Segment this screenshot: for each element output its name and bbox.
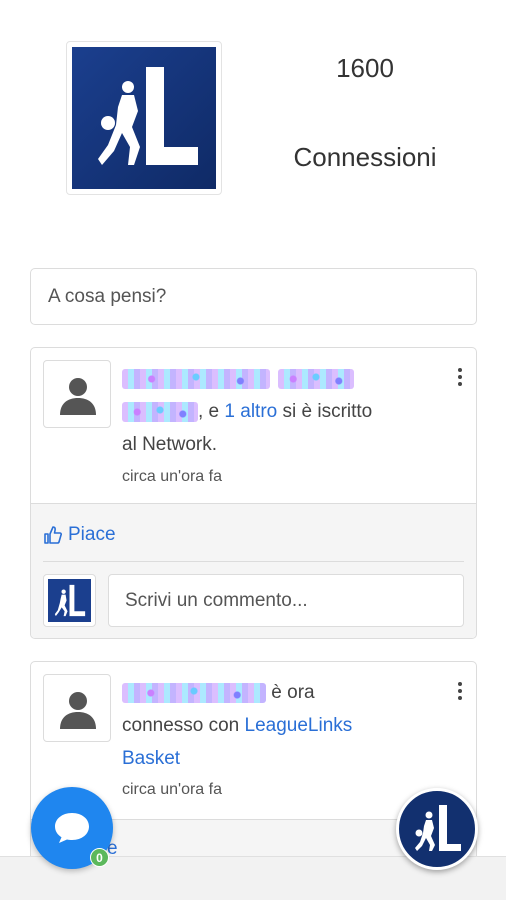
post-text: , e 1 altro si è iscritto al Network. xyxy=(122,362,382,461)
chat-bubble-icon xyxy=(55,813,89,843)
like-label: Piace xyxy=(68,524,116,545)
user-silhouette-icon xyxy=(60,692,96,729)
feed-post: , e 1 altro si è iscritto al Network. ci… xyxy=(30,347,477,639)
league-logo-icon xyxy=(54,584,86,617)
post-timestamp: circa un'ora fa xyxy=(122,468,222,485)
thumbs-up-icon xyxy=(44,526,62,544)
avatar[interactable] xyxy=(43,360,111,428)
post-text: è ora connesso con LeagueLinks Basket xyxy=(122,676,382,775)
league-logo-icon xyxy=(415,805,461,851)
post-timestamp: circa un'ora fa xyxy=(122,781,222,798)
like-button[interactable]: Piace xyxy=(43,524,116,546)
post-text-join: , e xyxy=(198,401,225,422)
redacted-name[interactable] xyxy=(122,401,198,422)
avatar[interactable] xyxy=(43,674,111,742)
status-input[interactable] xyxy=(30,268,477,325)
connections-label[interactable]: Connessioni xyxy=(280,142,450,173)
connections-count: 1600 xyxy=(336,53,394,83)
chat-badge: 0 xyxy=(90,848,109,867)
redacted-name[interactable] xyxy=(122,368,270,389)
redacted-name[interactable] xyxy=(122,682,266,703)
profile-header: 1600 Connessioni xyxy=(0,0,506,230)
more-vertical-icon[interactable] xyxy=(456,682,464,702)
avatar xyxy=(43,574,96,627)
user-silhouette-icon xyxy=(60,378,96,415)
more-vertical-icon[interactable] xyxy=(456,368,464,388)
post-actions: Piace xyxy=(31,503,476,638)
league-logo-image xyxy=(72,47,216,189)
league-logo xyxy=(48,579,91,622)
comment-input[interactable] xyxy=(108,574,464,627)
divider xyxy=(43,561,464,562)
others-link[interactable]: 1 altro xyxy=(224,401,277,422)
league-logo-icon xyxy=(98,67,198,165)
league-logo[interactable] xyxy=(66,41,222,195)
redacted-name[interactable] xyxy=(278,368,354,389)
league-logo-button[interactable] xyxy=(396,788,478,870)
